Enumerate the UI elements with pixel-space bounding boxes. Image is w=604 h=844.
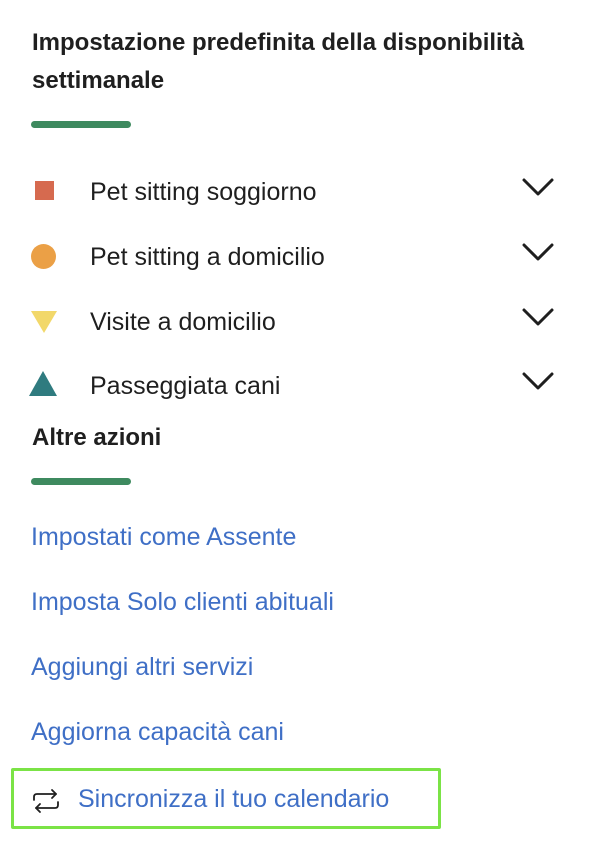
circle-icon: [31, 244, 56, 269]
square-icon: [35, 181, 54, 200]
heading-underline: [31, 478, 131, 485]
update-dog-capacity-link[interactable]: Aggiorna capacità cani: [31, 717, 284, 747]
add-more-services-link[interactable]: Aggiungi altri servizi: [31, 652, 253, 682]
set-repeat-clients-only-link[interactable]: Imposta Solo clienti abituali: [31, 587, 334, 617]
chevron-down-icon[interactable]: [521, 306, 555, 328]
other-actions-heading: Altre azioni: [32, 424, 162, 451]
service-row-visite-domicilio[interactable]: Visite a domicilio: [0, 302, 604, 342]
service-label: Pet sitting soggiorno: [90, 178, 317, 206]
default-availability-heading: Impostazione predefinita della disponibi…: [32, 29, 525, 94]
service-label: Passeggiata cani: [90, 372, 281, 400]
sync-calendar-button[interactable]: Sincronizza il tuo calendario: [11, 768, 441, 829]
chevron-down-icon[interactable]: [521, 176, 555, 198]
chevron-down-icon[interactable]: [521, 370, 555, 392]
heading-underline: [31, 121, 131, 128]
service-row-pet-sitting-soggiorno[interactable]: Pet sitting soggiorno: [0, 172, 604, 212]
service-label: Pet sitting a domicilio: [90, 243, 325, 271]
triangle-up-icon: [29, 371, 57, 396]
triangle-down-icon: [31, 311, 57, 333]
set-away-link[interactable]: Impostati come Assente: [31, 522, 296, 552]
service-row-pet-sitting-domicilio[interactable]: Pet sitting a domicilio: [0, 237, 604, 277]
service-label: Visite a domicilio: [90, 308, 276, 336]
sync-calendar-label: Sincronizza il tuo calendario: [78, 785, 390, 813]
sync-icon: [33, 789, 59, 813]
service-row-passeggiata-cani[interactable]: Passeggiata cani: [0, 366, 604, 406]
chevron-down-icon[interactable]: [521, 241, 555, 263]
